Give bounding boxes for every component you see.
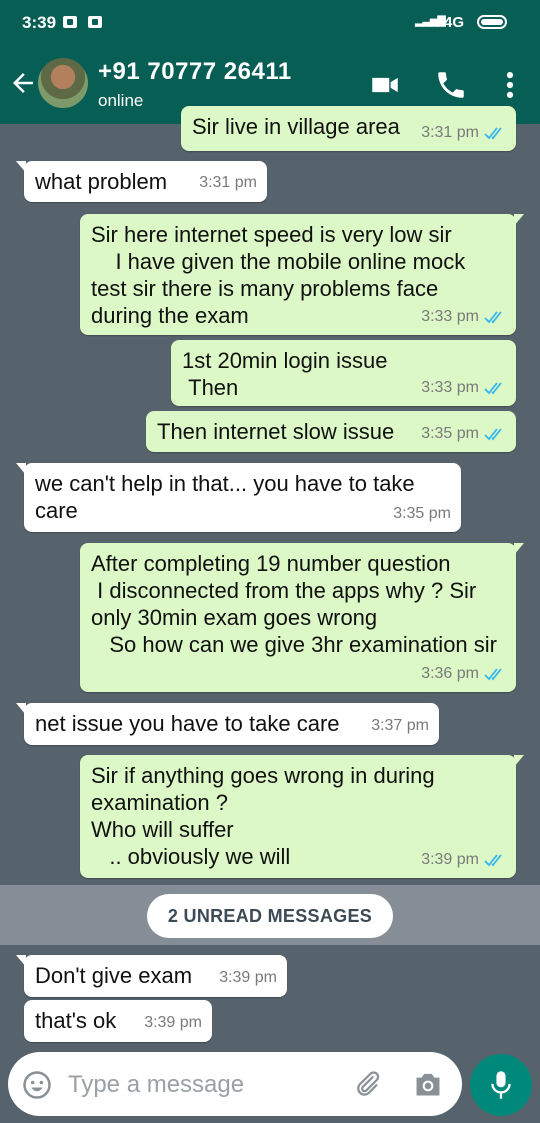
video-call-icon[interactable] [368,68,402,102]
notification-icon [63,16,77,28]
message-time: 3:39 pm [144,1014,202,1031]
contact-name[interactable]: +91 70777 26411 [98,58,292,86]
notification-icon [88,16,102,28]
message-text: net issue you have to take care [35,711,340,736]
message-bubble-incoming[interactable]: what problem 3:31 pm [16,161,267,202]
message-bubble-outgoing[interactable]: Then internet slow issue 3:35 pm [146,411,516,452]
read-receipt-icon [484,381,502,394]
message-text: After completing 19 number question I di… [91,551,497,657]
status-bar: 3:39 ▂▃▅▇ 4G [0,0,540,46]
status-time: 3:39 [22,13,57,32]
microphone-icon [491,1071,511,1099]
read-receipt-icon [484,126,502,139]
message-time: 3:33 pm [421,379,479,396]
phone-call-icon[interactable] [434,68,468,102]
message-time: 3:37 pm [371,717,429,734]
message-bubble-outgoing[interactable]: Sir live in village area 3:31 pm [181,106,516,151]
message-time: 3:36 pm [421,665,479,682]
message-time: 3:33 pm [421,308,479,325]
message-time: 3:35 pm [393,505,451,522]
message-bubble-outgoing[interactable]: 1st 20min login issue Then 3:33 pm [171,340,516,406]
message-bubble-incoming[interactable]: net issue you have to take care 3:37 pm [16,703,439,745]
message-bubble-incoming[interactable]: we can't help in that... you have to tak… [16,463,461,532]
message-bubble-incoming[interactable]: Don't give exam 3:39 pm [16,955,287,997]
back-arrow-icon[interactable] [8,68,38,98]
read-receipt-icon [484,427,502,440]
message-input[interactable] [66,1066,340,1104]
voice-message-button[interactable] [470,1054,532,1116]
avatar[interactable] [38,58,88,108]
read-receipt-icon [484,310,502,323]
message-bubble-outgoing[interactable]: Sir here internet speed is very low sir … [80,214,524,335]
message-time: 3:39 pm [219,969,277,986]
message-time: 3:35 pm [421,425,479,442]
network-type: 4G [444,14,465,31]
message-composer [8,1052,462,1116]
more-options-icon[interactable] [493,68,527,102]
signal-icon: ▂▃▅▇ [415,15,446,27]
contact-status: online [98,91,144,110]
message-bubble-outgoing[interactable]: Sir if anything goes wrong in during exa… [80,755,524,878]
read-receipt-icon [484,667,502,680]
read-receipt-icon [484,853,502,866]
message-time: 3:31 pm [421,124,479,141]
battery-icon [477,15,507,29]
message-time: 3:39 pm [421,851,479,868]
camera-icon[interactable] [412,1070,444,1098]
unread-messages-badge: 2 UNREAD MESSAGES [147,894,393,938]
attachment-icon[interactable] [352,1069,382,1099]
emoji-icon[interactable] [22,1070,52,1100]
message-bubble-incoming[interactable]: that's ok 3:39 pm [24,1000,212,1042]
message-text: we can't help in that... you have to tak… [35,471,421,523]
message-time: 3:31 pm [199,174,257,191]
message-bubble-outgoing[interactable]: After completing 19 number question I di… [80,543,524,692]
